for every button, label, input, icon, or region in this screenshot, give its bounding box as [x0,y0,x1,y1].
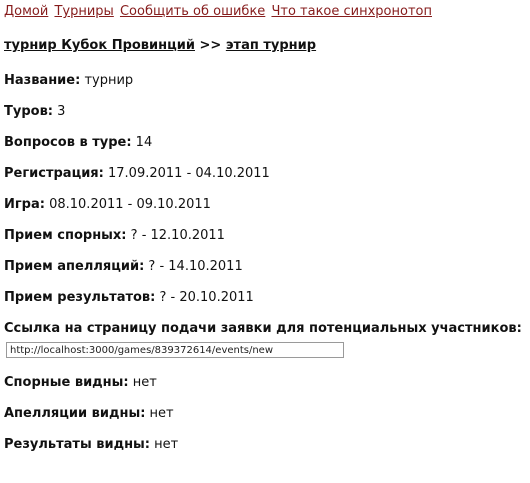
field-disputes-intake: Прием спорных: ? - 12.10.2011 [4,228,225,243]
nav-report-bug-link[interactable]: Сообщить об ошибке [120,4,265,19]
breadcrumb-stage-link[interactable]: этап турнир [226,38,316,53]
application-link-field[interactable] [6,342,344,358]
field-game: Игра: 08.10.2011 - 09.10.2011 [4,197,211,212]
field-disputes-visible-value: нет [132,375,157,390]
field-application-link: Ссылка на страницу подачи заявки для пот… [4,321,522,336]
field-results-visible-label: Результаты видны: [4,437,151,452]
field-questions-label: Вопросов в туре: [4,135,132,150]
field-game-value: 08.10.2011 - 09.10.2011 [49,197,211,212]
field-registration-value: 17.09.2011 - 04.10.2011 [108,166,270,181]
field-results-intake-value: ? - 20.10.2011 [159,290,254,305]
field-appeals-visible-label: Апелляции видны: [4,406,146,421]
nav-about-link[interactable]: Что такое синхронотоп [271,4,432,19]
field-appeals-intake: Прием апелляций: ? - 14.10.2011 [4,259,243,274]
field-registration: Регистрация: 17.09.2011 - 04.10.2011 [4,166,270,181]
field-disputes-intake-label: Прием спорных: [4,228,127,243]
breadcrumb-separator: >> [199,38,222,53]
field-appeals-visible: Апелляции видны: нет [4,406,174,421]
breadcrumb: турнир Кубок Провинций >> этап турнир [4,38,316,53]
field-game-label: Игра: [4,197,45,212]
page: Домой Турниры Сообщить об ошибке Что так… [0,0,530,483]
field-results-intake: Прием результатов: ? - 20.10.2011 [4,290,254,305]
field-questions-value: 14 [135,135,153,150]
field-appeals-visible-value: нет [149,406,174,421]
field-results-visible: Результаты видны: нет [4,437,178,452]
top-nav: Домой Турниры Сообщить об ошибке Что так… [4,4,434,19]
field-name-value: турнир [84,73,134,88]
field-results-intake-label: Прием результатов: [4,290,156,305]
field-registration-label: Регистрация: [4,166,104,181]
field-name-label: Название: [4,73,81,88]
field-application-link-label: Ссылка на страницу подачи заявки для пот… [4,321,522,336]
field-disputes-intake-value: ? - 12.10.2011 [130,228,225,243]
field-name: Название: турнир [4,73,133,88]
field-appeals-intake-value: ? - 14.10.2011 [148,259,243,274]
field-rounds-label: Туров: [4,104,54,119]
field-questions: Вопросов в туре: 14 [4,135,152,150]
nav-home-link[interactable]: Домой [4,4,48,19]
field-disputes-visible: Спорные видны: нет [4,375,157,390]
field-results-visible-value: нет [154,437,179,452]
field-rounds: Туров: 3 [4,104,65,119]
field-disputes-visible-label: Спорные видны: [4,375,129,390]
field-rounds-value: 3 [57,104,66,119]
breadcrumb-tournament-link[interactable]: турнир Кубок Провинций [4,38,195,53]
nav-tournaments-link[interactable]: Турниры [54,4,113,19]
field-appeals-intake-label: Прием апелляций: [4,259,145,274]
